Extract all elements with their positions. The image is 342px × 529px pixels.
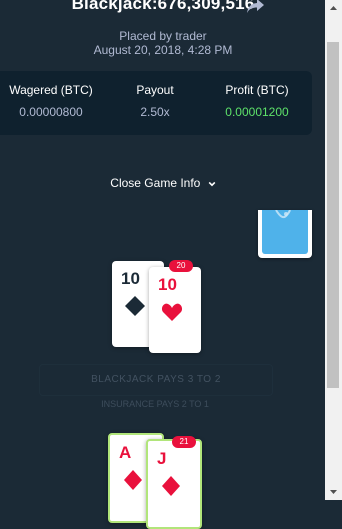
- player-total-badge: 21: [172, 436, 196, 448]
- placed-by-text: Placed by trader: [119, 29, 207, 43]
- insurance-note: INSURANCE PAYS 2 TO 1: [101, 399, 209, 409]
- deck-card-back: [262, 210, 308, 254]
- bet-date: August 20, 2018, 4:28 PM: [93, 43, 233, 57]
- profit-label: Profit (BTC): [225, 83, 289, 97]
- card-rank: A: [119, 443, 132, 462]
- payout-label: Payout: [136, 83, 174, 97]
- share-icon[interactable]: [246, 0, 266, 15]
- card-rank: J: [157, 449, 167, 468]
- scrollbar-thumb[interactable]: [327, 42, 339, 388]
- player-hand: A J 21: [108, 433, 208, 529]
- wagered-value: 0.00000800: [19, 105, 83, 119]
- scroll-up-arrow-icon[interactable]: [325, 0, 342, 17]
- payout-value: 2.50x: [140, 105, 170, 119]
- diamond-icon: [162, 476, 180, 496]
- bet-title: Blackjack:676,309,516: [71, 0, 255, 13]
- blackjack-payout-banner: BLACKJACK PAYS 3 TO 2: [39, 364, 273, 396]
- wagered-label: Wagered (BTC): [9, 83, 93, 97]
- dealer-total-badge: 20: [169, 260, 193, 272]
- wagered-stat: Wagered (BTC) 0.00000800: [4, 83, 98, 119]
- close-game-info-button[interactable]: Close Game Info: [0, 176, 326, 190]
- diamond-icon: [124, 470, 142, 490]
- spade-icon: [125, 296, 145, 316]
- heart-icon: [161, 303, 183, 321]
- profit-stat: Profit (BTC) 0.00001200: [216, 83, 298, 119]
- bet-stats-panel: Wagered (BTC) 0.00000800 Payout 2.50x Pr…: [0, 71, 312, 135]
- card-back-pattern-icon: [275, 210, 291, 219]
- deck-card: [258, 210, 312, 258]
- dealer-hand: 10 10 20: [112, 259, 208, 355]
- scroll-down-arrow-icon[interactable]: [325, 483, 342, 500]
- chevron-down-icon: [208, 181, 216, 187]
- payout-stat: Payout 2.50x: [123, 83, 187, 119]
- card-rank: 10: [158, 275, 177, 294]
- dealer-card-2: 10: [149, 267, 201, 353]
- close-game-info-label: Close Game Info: [110, 176, 201, 190]
- card-rank: 10: [121, 269, 140, 288]
- profit-value: 0.00001200: [225, 105, 289, 119]
- player-card-2: J: [146, 439, 202, 529]
